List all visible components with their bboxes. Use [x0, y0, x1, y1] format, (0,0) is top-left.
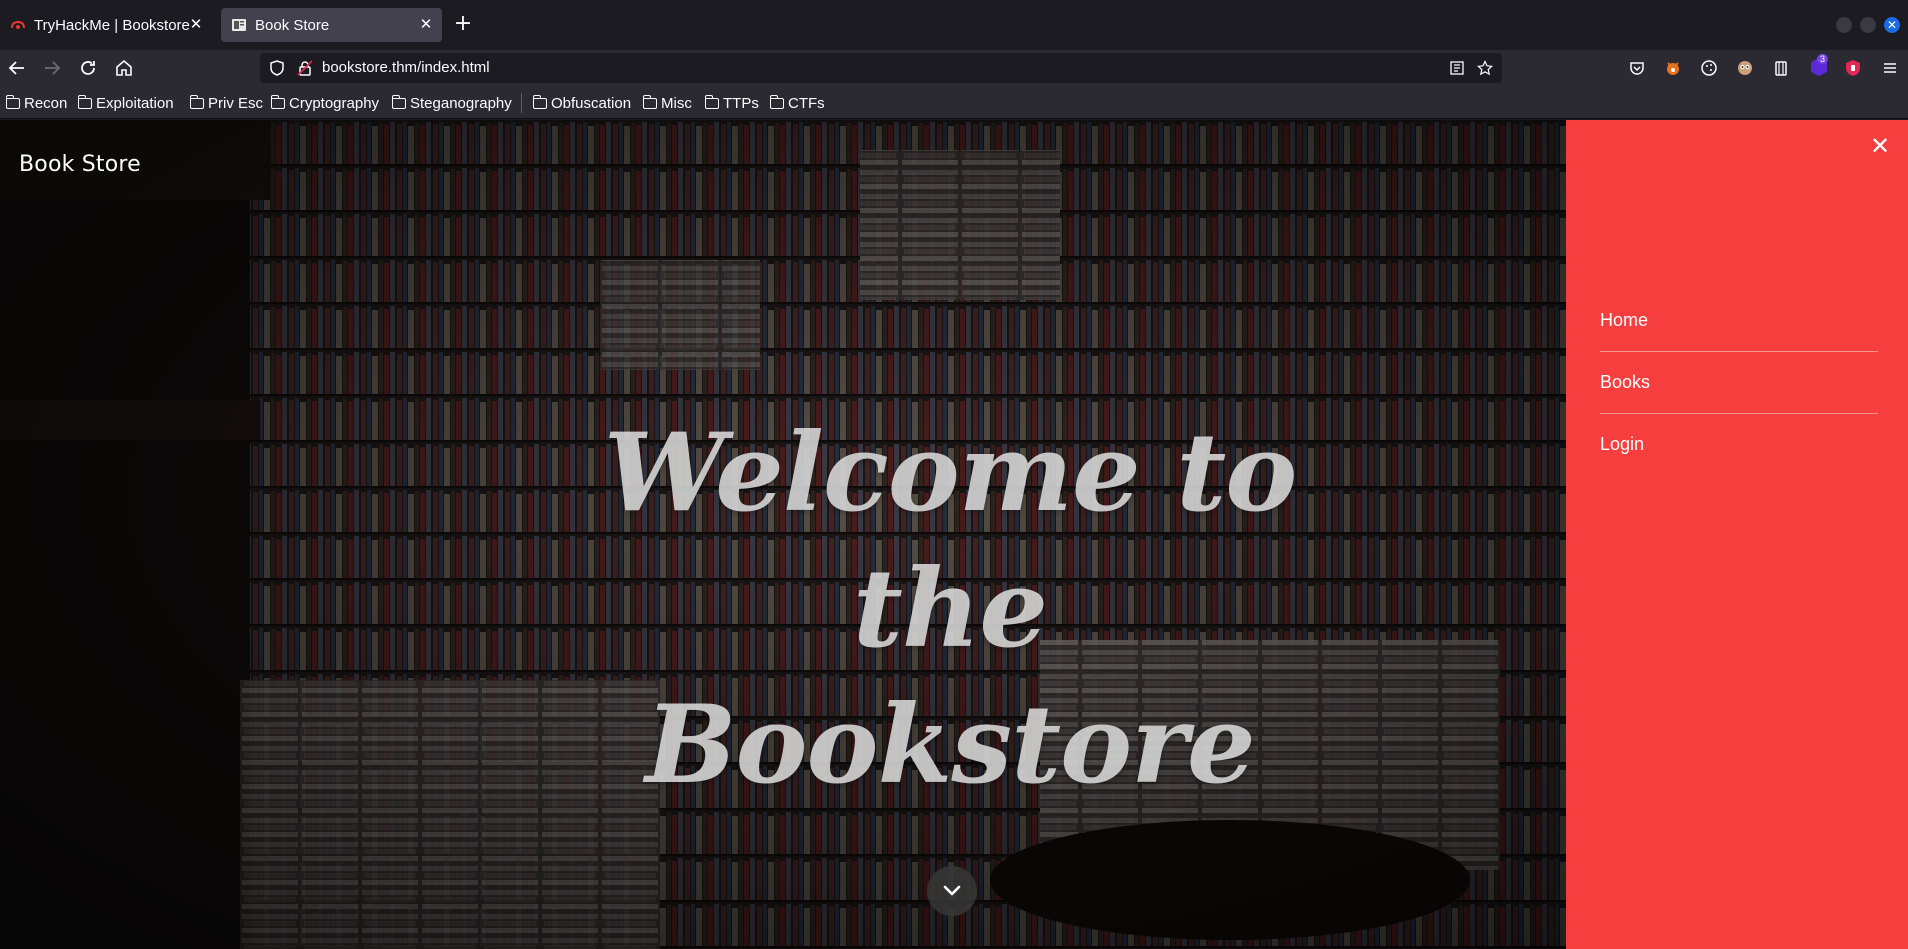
hero-headline-line2: Bookstore [645, 682, 1256, 808]
url-text[interactable]: bookstore.thm/index.html [322, 59, 490, 76]
tab-tryhackme[interactable]: TryHackMe | Bookstore ✕ [0, 8, 212, 42]
navigation-toolbar: bookstore.thm/index.html 3 [0, 50, 1908, 86]
menu-item-books[interactable]: Books [1600, 352, 1878, 414]
folder-icon [532, 94, 547, 109]
folder-icon [5, 94, 20, 109]
reader-view-icon[interactable] [1449, 60, 1465, 76]
lock-icon[interactable] [296, 59, 314, 77]
close-icon[interactable]: ✕ [1870, 134, 1890, 158]
bookmarks-toolbar: Recon Exploitation Priv Esc Cryptography… [0, 86, 1908, 119]
reload-icon[interactable] [76, 56, 100, 80]
bookmark-folder-recon[interactable]: Recon [5, 94, 68, 112]
folder-icon [391, 94, 406, 109]
bookmark-label: Misc [661, 94, 692, 112]
folder-icon [769, 94, 784, 109]
bookmark-folder-exploitation[interactable]: Exploitation [77, 94, 174, 112]
bookmark-folder-steganography[interactable]: Steganography [391, 94, 512, 112]
tab-title: TryHackMe | Bookstore [34, 16, 190, 34]
tab-close-icon[interactable]: ✕ [418, 17, 434, 33]
menu-item-login[interactable]: Login [1600, 414, 1878, 476]
bookmark-star-icon[interactable] [1476, 60, 1494, 76]
arrow-right-icon[interactable] [40, 56, 64, 80]
tab-strip: TryHackMe | Bookstore ✕ Book Store ✕ + ✕ [0, 0, 1908, 50]
bookmark-folder-cryptography[interactable]: Cryptography [270, 94, 380, 112]
clipboard-icon[interactable] [1772, 59, 1790, 77]
hamburger-menu-icon[interactable] [1878, 56, 1902, 80]
menu-item-home[interactable]: Home [1600, 290, 1878, 352]
extension-badge-count: 3 [1817, 54, 1829, 64]
maximize-window-icon[interactable] [1860, 17, 1876, 33]
new-tab-icon[interactable]: + [453, 13, 473, 35]
chevron-down-icon [943, 885, 961, 896]
menu-item-label: Login [1600, 434, 1645, 454]
tab-close-icon[interactable]: ✕ [188, 17, 204, 33]
hero-headline-line1: Welcome to the [603, 410, 1298, 672]
pocket-icon[interactable] [1628, 59, 1646, 77]
bookmark-label: Recon [24, 94, 68, 112]
hero-section: Book Store Welcome to the Bookstore [0, 120, 1566, 949]
bookmark-folder-obfuscation[interactable]: Obfuscation [532, 94, 632, 112]
book-favicon-icon [232, 19, 246, 31]
side-menu: ✕ Home Books Login [1566, 120, 1908, 949]
bookmark-label: Obfuscation [551, 94, 632, 112]
bookmark-folder-priv-esc[interactable]: Priv Esc [189, 94, 264, 112]
bookmark-label: Priv Esc [208, 94, 264, 112]
bookmark-folder-ttps[interactable]: TTPs [704, 94, 759, 112]
home-icon[interactable] [112, 56, 136, 80]
bookmark-label: CTFs [788, 94, 825, 112]
shield-icon[interactable] [268, 59, 286, 77]
bookmark-label: Steganography [410, 94, 512, 112]
site-brand[interactable]: Book Store [19, 152, 141, 177]
wappalyzer-icon[interactable] [1736, 59, 1754, 77]
folder-icon [704, 94, 719, 109]
cookie-editor-icon[interactable] [1700, 59, 1718, 77]
extension-badge-icon[interactable]: 3 [1808, 54, 1830, 78]
minimize-window-icon[interactable] [1836, 17, 1852, 33]
bookmark-folder-ctfs[interactable]: CTFs [769, 94, 825, 112]
folder-icon [270, 94, 285, 109]
tab-title: Book Store [255, 16, 330, 34]
bookmark-label: Exploitation [96, 94, 174, 112]
web-page: Book Store Welcome to the Bookstore ✕ Ho… [0, 120, 1908, 949]
bookmark-label: TTPs [723, 94, 759, 112]
close-window-icon[interactable]: ✕ [1884, 17, 1900, 33]
bookmark-folder-misc[interactable]: Misc [642, 94, 692, 112]
bookmarks-separator [521, 93, 522, 113]
menu-item-label: Home [1600, 310, 1649, 330]
scroll-down-button[interactable] [927, 866, 977, 916]
bookmark-label: Cryptography [289, 94, 380, 112]
hero-headline: Welcome to the Bookstore [520, 405, 1380, 813]
ublock-icon[interactable] [1844, 59, 1862, 77]
folder-icon [642, 94, 657, 109]
folder-icon [189, 94, 204, 109]
tab-book-store[interactable]: Book Store ✕ [221, 8, 442, 42]
folder-icon [77, 94, 92, 109]
url-bar[interactable]: bookstore.thm/index.html [260, 53, 1502, 83]
menu-item-label: Books [1600, 372, 1651, 392]
arrow-left-icon[interactable] [5, 56, 29, 80]
foxyproxy-icon[interactable] [1664, 59, 1682, 77]
tryhackme-favicon-icon [11, 20, 25, 29]
